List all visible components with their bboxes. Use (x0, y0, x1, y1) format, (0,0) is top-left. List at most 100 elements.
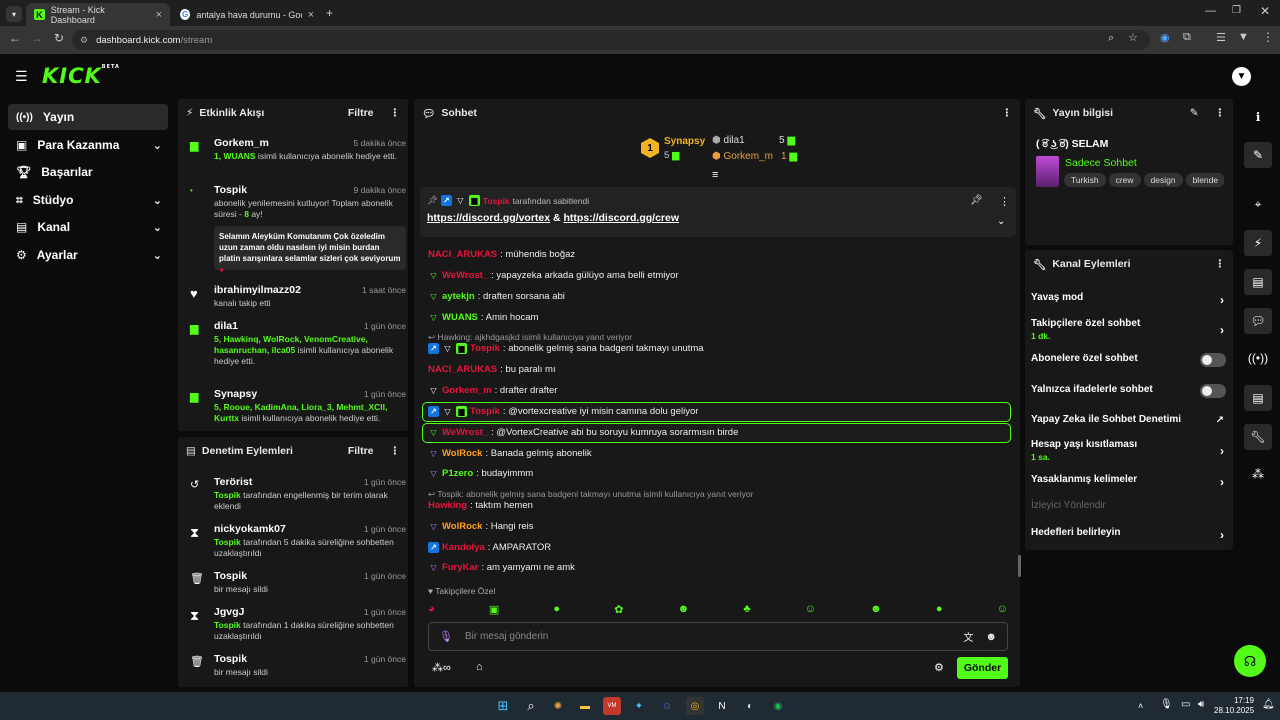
event-user[interactable]: Gorkem_m (214, 137, 269, 149)
gifter-third[interactable]: ⬢ Gorkem_m (712, 151, 773, 162)
close-window-icon[interactable]: ✕ (1260, 4, 1270, 18)
filter-button[interactable]: Filtre (348, 445, 374, 457)
emoji-icon[interactable]: ☻ (985, 631, 997, 643)
emote-icon[interactable]: ● (936, 603, 943, 615)
discord-link[interactable]: https://discord.gg/crew (564, 212, 680, 224)
nav-ayarlar[interactable]: ⚙ Ayarlar ⌄ (8, 242, 168, 268)
user-avatar[interactable]: ▼ (1232, 67, 1251, 86)
chat-username[interactable]: WUANS (442, 312, 478, 323)
event-user[interactable]: dila1 (214, 320, 238, 332)
tab-kick-dashboard[interactable]: K Stream - Kick Dashboard × (26, 3, 170, 26)
more-options-icon[interactable]: ⋮ (390, 445, 401, 457)
reply-context[interactable]: ↩ Tospik: abonelik gelmiş sana badgeni t… (428, 489, 753, 500)
tab-google-search[interactable]: G antalya hava durumu - Google × (172, 3, 322, 26)
action-goals[interactable]: Hedefleri belirleyin › (1031, 527, 1226, 542)
mod-target[interactable]: Terörist (214, 476, 252, 488)
event-user[interactable]: ibrahimyilmazz02 (214, 284, 301, 296)
event-user[interactable]: Tospik (214, 184, 247, 196)
nav-kanal[interactable]: ▤ Kanal ⌄ (8, 214, 168, 240)
info-icon[interactable]: ℹ (1244, 104, 1272, 130)
discord-icon[interactable]: ☺ (658, 697, 676, 715)
emote-icon[interactable]: ☺ (997, 603, 1008, 615)
emote-icon[interactable]: ☻ (678, 603, 690, 615)
more-options-icon[interactable]: ⋮ (390, 107, 401, 119)
chat-username[interactable]: aytekjn (442, 291, 475, 302)
emote-icon[interactable]: ▣ (489, 603, 499, 616)
site-info-icon[interactable]: ⚙ (80, 35, 88, 46)
chat-username[interactable]: WeWrost_ (442, 427, 488, 438)
category-thumbnail[interactable] (1036, 156, 1059, 187)
filter-button[interactable]: Filtre (348, 107, 374, 119)
nav-studyo[interactable]: ⌗ Stüdyo ⌄ (8, 187, 168, 213)
edit-pencil-icon[interactable]: ✎ (1244, 142, 1272, 168)
stream-category[interactable]: Sadece Sohbet (1065, 157, 1137, 169)
back-icon[interactable]: ← (9, 31, 21, 45)
tray-chevron-icon[interactable]: ˄ (1138, 701, 1143, 711)
pinned-more-icon[interactable]: ⋮ (999, 195, 1010, 208)
mod-target[interactable]: Tospik (214, 653, 247, 665)
chat-settings-icon[interactable]: ⚙ (934, 661, 944, 674)
translate-icon[interactable]: 文 (963, 629, 973, 644)
file-explorer-icon[interactable]: ▬ (576, 697, 594, 715)
send-button[interactable]: Gönder (957, 657, 1008, 679)
chat-bubble-icon[interactable]: 💬︎ (1244, 308, 1272, 334)
reload-icon[interactable]: ↻ (54, 31, 64, 45)
action-ai-moderation[interactable]: Yapay Zeka ile Sohbet Denetimi ↗ (1031, 414, 1226, 426)
chat-scrollbar[interactable] (1018, 555, 1021, 577)
clipboard-icon[interactable]: ▤ (1244, 385, 1272, 411)
voicemeeter-icon[interactable]: VM (603, 697, 621, 715)
notification-bell-icon[interactable]: 🔔︎ (1262, 699, 1275, 710)
windows-start-icon[interactable]: ⊞ (494, 697, 512, 715)
hamburger-menu-icon[interactable]: ☰ (15, 68, 28, 85)
minimize-icon[interactable]: — (1205, 5, 1216, 17)
chat-username[interactable]: NACI_ARUKAS (428, 364, 497, 375)
edit-pencil-icon[interactable]: ✎ (1190, 107, 1199, 119)
more-options-icon[interactable]: ⋮ (1002, 107, 1013, 119)
tab-search-icon[interactable]: ▾ (6, 6, 22, 22)
cast-icon[interactable]: ◉ (1160, 31, 1170, 44)
bookmark-star-icon[interactable]: ☆ (1128, 31, 1138, 44)
chat-username[interactable]: Gorkem_m (442, 385, 492, 396)
wrench-icon[interactable]: 🔧︎ (1244, 424, 1272, 450)
chat-username[interactable]: FuryKar (442, 562, 478, 573)
notion-icon[interactable]: N (713, 697, 731, 715)
support-headset-icon[interactable]: ☊ (1234, 645, 1266, 677)
action-followers-only[interactable]: Takipçilere özel sohbet 1 dk. › (1031, 318, 1226, 341)
toggle-switch[interactable] (1200, 353, 1226, 367)
zoom-icon[interactable]: ⌕ (1108, 32, 1114, 45)
store-icon[interactable]: ⌂ (476, 661, 483, 673)
notes-icon[interactable]: ▤ (1244, 269, 1272, 295)
chrome-icon[interactable]: ◎ (686, 697, 704, 715)
kick-logo[interactable]: KICKBETA (42, 64, 120, 88)
spotify-icon[interactable]: ◉ (769, 697, 787, 715)
maximize-icon[interactable]: ❐ (1232, 5, 1241, 16)
app-icon[interactable]: ✦ (630, 697, 648, 715)
tab-groups-icon[interactable]: ☰ (1216, 31, 1226, 44)
emote-icon[interactable]: ♣ (743, 603, 750, 615)
gifter-top-name[interactable]: Synapsy (664, 136, 705, 147)
close-tab-icon[interactable]: × (156, 9, 162, 21)
tag-chip[interactable]: Turkish (1064, 173, 1106, 187)
search-icon[interactable]: ⌕ (522, 697, 540, 715)
address-bar[interactable]: ⚙ dashboard.kick.com/stream (72, 30, 1150, 50)
action-slow-mode[interactable]: Yavaş mod › (1031, 292, 1226, 307)
event-user[interactable]: Synapsy (214, 388, 257, 400)
emote-icon[interactable]: ☺ (805, 603, 816, 615)
more-options-icon[interactable]: ⋮ (1215, 258, 1226, 270)
extensions-icon[interactable]: ⧉ (1183, 31, 1191, 44)
profile-icon[interactable]: ▼ (1238, 31, 1249, 43)
mic-tray-icon[interactable]: 🎙︎ (1160, 699, 1173, 710)
emote-icon[interactable]: ◕ (428, 603, 435, 615)
expand-leaderboard-icon[interactable]: ≡ (712, 169, 718, 181)
emote-icon[interactable]: ☻ (870, 603, 882, 615)
mod-target[interactable]: nickyokamk07 (214, 523, 286, 535)
chat-username[interactable]: WolRock (442, 448, 482, 459)
chat-username[interactable]: Kandolya (442, 542, 485, 553)
action-emotes-only[interactable]: Yalnızca ifadelerle sohbet (1031, 384, 1226, 398)
discord-link[interactable]: https://discord.gg/vortex (427, 212, 550, 224)
more-options-icon[interactable]: ⋮ (1215, 107, 1226, 119)
emote-icon[interactable]: ● (553, 603, 560, 615)
volume-icon[interactable]: 🔊︎ (1198, 699, 1204, 710)
unpin-icon[interactable]: 📌︎ (970, 195, 983, 206)
mod-target[interactable]: Tospik (214, 570, 247, 582)
